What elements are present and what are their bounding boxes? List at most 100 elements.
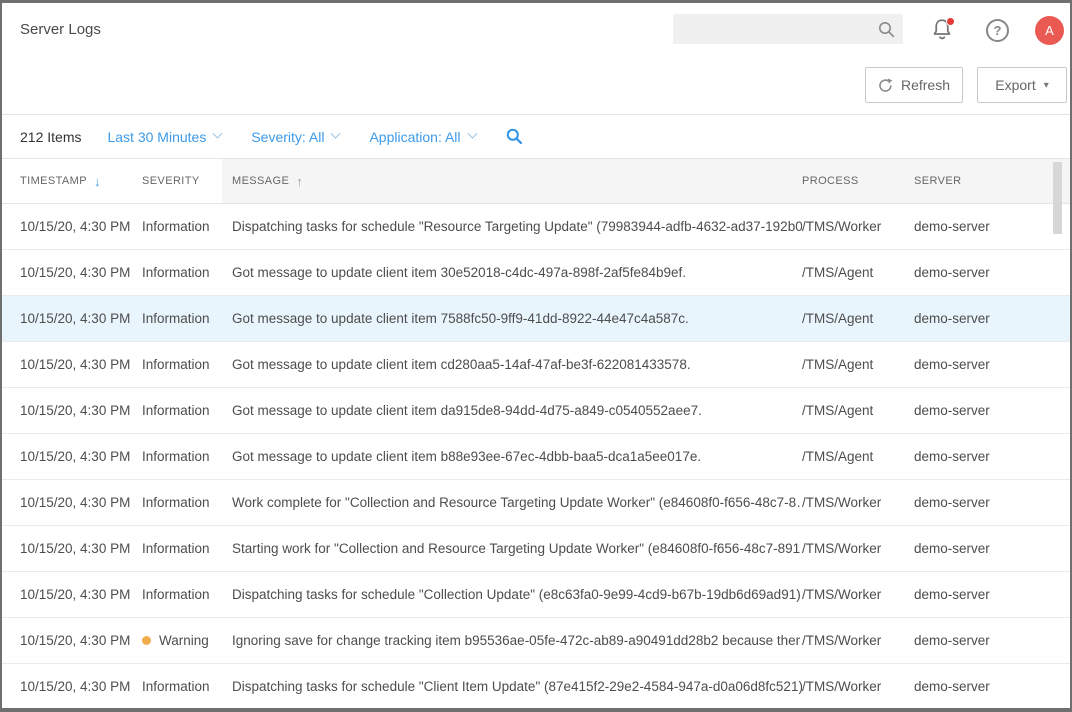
cell-message: Got message to update client item b88e93…: [232, 449, 802, 464]
vertical-scrollbar[interactable]: [1053, 159, 1062, 708]
table-row[interactable]: 10/15/20, 4:30 PM Information Got messag…: [2, 434, 1070, 480]
cell-server: demo-server: [914, 265, 1070, 280]
severity-label: Information: [142, 265, 210, 280]
global-search: [673, 14, 903, 44]
cell-severity: Information: [142, 449, 232, 464]
cell-message: Starting work for "Collection and Resour…: [232, 541, 802, 556]
severity-label: Information: [142, 311, 210, 326]
cell-server: demo-server: [914, 633, 1070, 648]
cell-process: /TMS/Agent: [802, 357, 914, 372]
cell-message: Work complete for "Collection and Resour…: [232, 495, 802, 510]
server-header-label: SERVER: [914, 175, 961, 187]
user-avatar[interactable]: A: [1035, 16, 1064, 45]
table-row[interactable]: 10/15/20, 4:30 PM Information Dispatchin…: [2, 572, 1070, 618]
export-label: Export: [995, 77, 1035, 93]
severity-header-label: SEVERITY: [142, 175, 200, 187]
severity-label: Information: [142, 495, 210, 510]
global-search-input[interactable]: [673, 22, 878, 37]
table-row[interactable]: 10/15/20, 4:30 PM Information Got messag…: [2, 296, 1070, 342]
refresh-label: Refresh: [901, 77, 950, 93]
help-button[interactable]: ?: [986, 19, 1009, 42]
cell-message: Dispatching tasks for schedule "Client I…: [232, 679, 802, 694]
cell-process: /TMS/Worker: [802, 587, 914, 602]
cell-timestamp: 10/15/20, 4:30 PM: [2, 265, 142, 280]
time-range-label: Last 30 Minutes: [107, 129, 206, 145]
cell-severity: Information: [142, 357, 232, 372]
column-header-timestamp[interactable]: TIMESTAMP ↓: [2, 174, 142, 189]
refresh-button[interactable]: Refresh: [865, 67, 963, 103]
notifications-button[interactable]: [931, 17, 957, 43]
cell-severity: Warning: [142, 633, 232, 648]
cell-timestamp: 10/15/20, 4:30 PM: [2, 449, 142, 464]
table-row[interactable]: 10/15/20, 4:30 PM Information Dispatchin…: [2, 204, 1070, 250]
page-title: Server Logs: [20, 21, 101, 38]
cell-message: Got message to update client item da915d…: [232, 403, 802, 418]
cell-timestamp: 10/15/20, 4:30 PM: [2, 219, 142, 234]
sort-asc-icon: ↑: [296, 174, 303, 189]
filter-bar: 212 Items Last 30 Minutes Severity: All …: [2, 114, 1070, 159]
time-range-filter[interactable]: Last 30 Minutes: [107, 129, 221, 145]
severity-filter-label: Severity: All: [251, 129, 324, 145]
notification-dot: [946, 17, 955, 26]
cell-timestamp: 10/15/20, 4:30 PM: [2, 311, 142, 326]
server-logs-window: Server Logs ? A Refresh Export ▾: [0, 0, 1072, 712]
column-header-server[interactable]: SERVER: [914, 175, 1070, 187]
cell-process: /TMS/Agent: [802, 449, 914, 464]
cell-severity: Information: [142, 219, 232, 234]
cell-severity: Information: [142, 495, 232, 510]
warning-dot-icon: [142, 636, 151, 645]
cell-severity: Information: [142, 587, 232, 602]
timestamp-header-label: TIMESTAMP: [20, 175, 87, 187]
severity-label: Information: [142, 449, 210, 464]
cell-server: demo-server: [914, 495, 1070, 510]
cell-process: /TMS/Agent: [802, 311, 914, 326]
severity-label: Warning: [159, 633, 209, 648]
cell-process: /TMS/Worker: [802, 219, 914, 234]
cell-server: demo-server: [914, 541, 1070, 556]
refresh-icon: [878, 78, 893, 93]
cell-message: Got message to update client item 30e520…: [232, 265, 802, 280]
table-row[interactable]: 10/15/20, 4:30 PM Information Dispatchin…: [2, 664, 1070, 708]
cell-severity: Information: [142, 403, 232, 418]
cell-timestamp: 10/15/20, 4:30 PM: [2, 587, 142, 602]
cell-process: /TMS/Worker: [802, 541, 914, 556]
cell-process: /TMS/Worker: [802, 495, 914, 510]
cell-timestamp: 10/15/20, 4:30 PM: [2, 495, 142, 510]
cell-server: demo-server: [914, 587, 1070, 602]
table-row[interactable]: 10/15/20, 4:30 PM Warning Ignoring save …: [2, 618, 1070, 664]
column-header-message[interactable]: MESSAGE ↑: [232, 174, 802, 189]
cell-message: Got message to update client item cd280a…: [232, 357, 802, 372]
cell-server: demo-server: [914, 357, 1070, 372]
search-icon[interactable]: [878, 21, 895, 38]
cell-severity: Information: [142, 679, 232, 694]
table-row[interactable]: 10/15/20, 4:30 PM Information Got messag…: [2, 342, 1070, 388]
scrollbar-thumb[interactable]: [1053, 162, 1062, 234]
cell-server: demo-server: [914, 449, 1070, 464]
table-row[interactable]: 10/15/20, 4:30 PM Information Work compl…: [2, 480, 1070, 526]
table-search-button[interactable]: [506, 128, 523, 145]
cell-process: /TMS/Agent: [802, 403, 914, 418]
cell-message: Got message to update client item 7588fc…: [232, 311, 802, 326]
chevron-down-icon: [213, 129, 223, 139]
severity-label: Information: [142, 219, 210, 234]
table-row[interactable]: 10/15/20, 4:30 PM Information Got messag…: [2, 388, 1070, 434]
search-icon: [506, 128, 523, 145]
cell-timestamp: 10/15/20, 4:30 PM: [2, 679, 142, 694]
table-row[interactable]: 10/15/20, 4:30 PM Information Starting w…: [2, 526, 1070, 572]
column-header-severity[interactable]: SEVERITY: [142, 175, 232, 187]
chevron-down-icon: [467, 129, 477, 139]
process-header-label: PROCESS: [802, 175, 859, 187]
severity-label: Information: [142, 679, 210, 694]
sort-desc-icon: ↓: [94, 174, 101, 189]
table-row[interactable]: 10/15/20, 4:30 PM Information Got messag…: [2, 250, 1070, 296]
cell-message: Ignoring save for change tracking item b…: [232, 633, 802, 648]
cell-severity: Information: [142, 265, 232, 280]
cell-server: demo-server: [914, 219, 1070, 234]
export-button[interactable]: Export ▾: [977, 67, 1067, 103]
severity-filter[interactable]: Severity: All: [251, 129, 339, 145]
column-header-process[interactable]: PROCESS: [802, 175, 914, 187]
cell-timestamp: 10/15/20, 4:30 PM: [2, 403, 142, 418]
cell-severity: Information: [142, 311, 232, 326]
application-filter[interactable]: Application: All: [369, 129, 475, 145]
severity-label: Information: [142, 403, 210, 418]
